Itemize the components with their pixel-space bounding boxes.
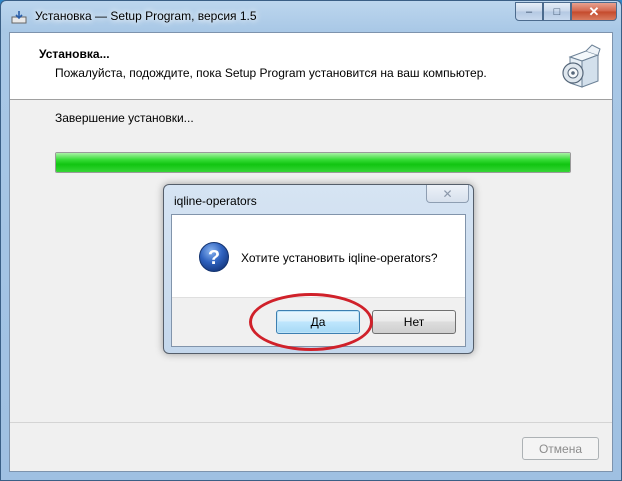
window-title: Установка — Setup Program, версия 1.5 bbox=[35, 9, 257, 23]
dialog-close-button[interactable]: ✕ bbox=[426, 185, 469, 203]
dialog-message: Хотите установить iqline-operators? bbox=[241, 251, 438, 265]
cancel-button[interactable]: Отмена bbox=[522, 437, 599, 460]
question-icon: ? bbox=[199, 242, 229, 272]
progress-bar-fill bbox=[56, 153, 570, 172]
installer-icon bbox=[11, 11, 27, 24]
page-title: Установка... bbox=[39, 47, 110, 61]
yes-button[interactable]: Да bbox=[276, 310, 360, 334]
no-button[interactable]: Нет bbox=[372, 310, 456, 334]
footer-divider bbox=[10, 422, 612, 423]
page-subtitle: Пожалуйста, подождите, пока Setup Progra… bbox=[55, 66, 487, 80]
title-bar[interactable]: Установка — Setup Program, версия 1.5 – … bbox=[1, 1, 621, 33]
message-box: iqline-operators ✕ ? Хотите установить i… bbox=[163, 184, 474, 354]
progress-bar bbox=[55, 152, 571, 173]
setup-box-icon bbox=[562, 44, 601, 88]
minimize-button[interactable]: – bbox=[515, 2, 543, 21]
maximize-button[interactable]: □ bbox=[543, 2, 571, 21]
close-button[interactable]: ✕ bbox=[571, 2, 617, 21]
dialog-body: ? Хотите установить iqline-operators? Да… bbox=[171, 214, 466, 347]
dialog-title: iqline-operators bbox=[174, 194, 257, 208]
header-panel: Установка... Пожалуйста, подождите, пока… bbox=[10, 33, 612, 100]
svg-text:?: ? bbox=[208, 247, 220, 269]
status-text: Завершение установки... bbox=[55, 111, 194, 125]
caption-buttons: – □ ✕ bbox=[515, 2, 617, 22]
dialog-button-bar: Да Нет bbox=[172, 297, 465, 346]
